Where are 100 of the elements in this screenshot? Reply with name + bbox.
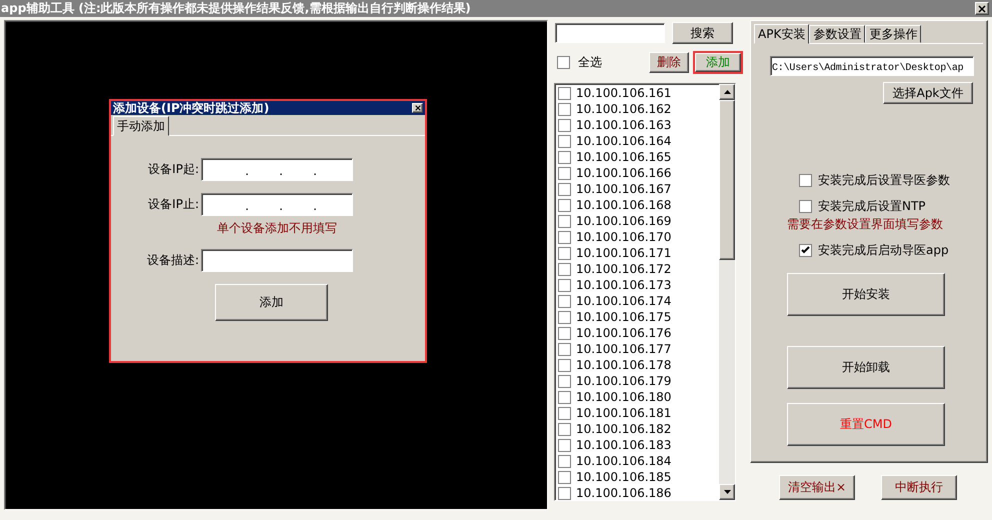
down-arrow-icon [724,490,730,494]
footer-button[interactable]: 清空输出× [779,475,855,500]
checkbox[interactable] [558,198,571,212]
checkbox[interactable] [558,406,571,420]
choose-file-button[interactable]: 选择Apk文件 [883,82,973,104]
tab[interactable]: 参数设置 [809,25,866,43]
device-ip[interactable]: 10.100.106.162 [576,102,672,116]
checkbox[interactable] [558,374,571,388]
checkbox[interactable] [558,166,571,180]
window-title: app辅助工具 (注:此版本所有操作都未提供操作结果反馈,需根据输出自行判断操作结果) [1,0,471,17]
input-field[interactable] [201,249,353,272]
ip-separator: . [279,164,283,178]
device-ip[interactable]: 10.100.106.180 [576,390,672,404]
device-ip[interactable]: 10.100.106.172 [576,262,672,276]
checkbox[interactable] [558,118,571,132]
device-ip[interactable]: 10.100.106.185 [576,470,672,484]
device-ip[interactable]: 10.100.106.178 [576,358,672,372]
device-ip[interactable]: 10.100.106.168 [576,198,672,212]
option-label: 安装完成后启动导医app [818,242,949,259]
device-ip[interactable]: 10.100.106.163 [576,118,672,132]
ip-address-field[interactable]: . . . [201,193,353,216]
up-arrow-icon [724,90,730,94]
ip-address-field[interactable]: . . . [201,158,353,181]
scrollbar[interactable] [719,84,735,500]
hint-text: 需要在参数设置界面填写参数 [786,216,944,233]
close-icon [978,4,986,12]
add-button[interactable]: 添加 [215,284,328,321]
device-ip[interactable]: 10.100.106.184 [576,454,672,468]
checkbox[interactable] [558,246,571,260]
checkbox[interactable] [799,244,812,257]
device-ip[interactable]: 10.100.106.174 [576,294,672,308]
checkbox[interactable] [558,486,571,500]
checkbox[interactable] [558,438,571,452]
device-ip[interactable]: 10.100.106.183 [576,438,672,452]
ip-separator: . [313,199,317,213]
checkbox[interactable] [558,342,571,356]
checkbox[interactable] [558,326,571,340]
device-ip[interactable]: 10.100.106.171 [576,246,672,260]
scroll-thumb[interactable] [719,100,735,260]
ip-separator: . [279,199,283,213]
hint-text: 单个设备添加不用填写 [217,220,337,237]
checkbox[interactable] [558,358,571,372]
device-ip[interactable]: 10.100.106.175 [576,310,672,324]
checkbox[interactable] [558,278,571,292]
ip-separator: . [245,164,249,178]
field-label: 设备IP起: [148,161,200,178]
select-all-label: 全选 [578,54,602,71]
action-button[interactable]: 开始安装 [787,273,945,316]
search-field[interactable] [555,23,665,43]
checkbox[interactable] [558,310,571,324]
device-ip[interactable]: 10.100.106.161 [576,86,672,100]
tab[interactable]: APK安装 [754,24,810,44]
checkbox[interactable] [558,454,571,468]
apk-path-field[interactable]: C:\Users\Administrator\Desktop\ap [770,56,974,76]
field-label: 设备IP止: [148,196,200,213]
field-label: 设备描述: [146,252,200,269]
close-button[interactable] [975,2,989,15]
checkbox[interactable] [558,294,571,308]
device-ip[interactable]: 10.100.106.182 [576,422,672,436]
device-ip[interactable]: 10.100.106.186 [576,486,672,500]
checkbox[interactable] [558,102,571,116]
checkbox[interactable] [558,230,571,244]
delete-button[interactable]: 删除 [649,52,689,73]
action-button[interactable]: 开始卸载 [787,346,945,389]
device-ip[interactable]: 10.100.106.173 [576,278,672,292]
ip-separator: . [245,199,249,213]
checkbox[interactable] [558,390,571,404]
option-label: 安装完成后设置NTP [818,198,926,215]
checkbox[interactable] [557,56,570,69]
checkbox[interactable] [558,422,571,436]
dialog-title: 添加设备(IP冲突时跳过添加) [113,100,270,116]
checkbox[interactable] [558,262,571,276]
device-ip[interactable]: 10.100.106.181 [576,406,672,420]
apk-path-text: C:\Users\Administrator\Desktop\ap [772,63,964,74]
checkbox[interactable] [558,214,571,228]
device-ip[interactable]: 10.100.106.166 [576,166,672,180]
device-ip[interactable]: 10.100.106.167 [576,182,672,196]
device-ip[interactable]: 10.100.106.176 [576,326,672,340]
check-icon [801,246,810,255]
search-button[interactable]: 搜索 [672,22,733,44]
checkbox[interactable] [799,174,812,187]
device-ip[interactable]: 10.100.106.177 [576,342,672,356]
footer-button[interactable]: 中断执行 [881,475,957,500]
checkbox[interactable] [558,470,571,484]
checkbox[interactable] [799,200,812,213]
ip-separator: . [313,164,317,178]
checkbox[interactable] [558,86,571,100]
option-label: 安装完成后设置导医参数 [818,172,950,189]
close-button[interactable] [412,103,423,113]
device-ip[interactable]: 10.100.106.169 [576,214,672,228]
device-ip[interactable]: 10.100.106.170 [576,230,672,244]
checkbox[interactable] [558,182,571,196]
checkbox[interactable] [558,134,571,148]
device-ip[interactable]: 10.100.106.164 [576,134,672,148]
checkbox[interactable] [558,150,571,164]
device-ip[interactable]: 10.100.106.165 [576,150,672,164]
tab[interactable]: 更多操作 [865,25,922,43]
device-ip[interactable]: 10.100.106.179 [576,374,672,388]
tab[interactable]: 手动添加 [113,116,169,136]
close-icon [414,105,420,111]
